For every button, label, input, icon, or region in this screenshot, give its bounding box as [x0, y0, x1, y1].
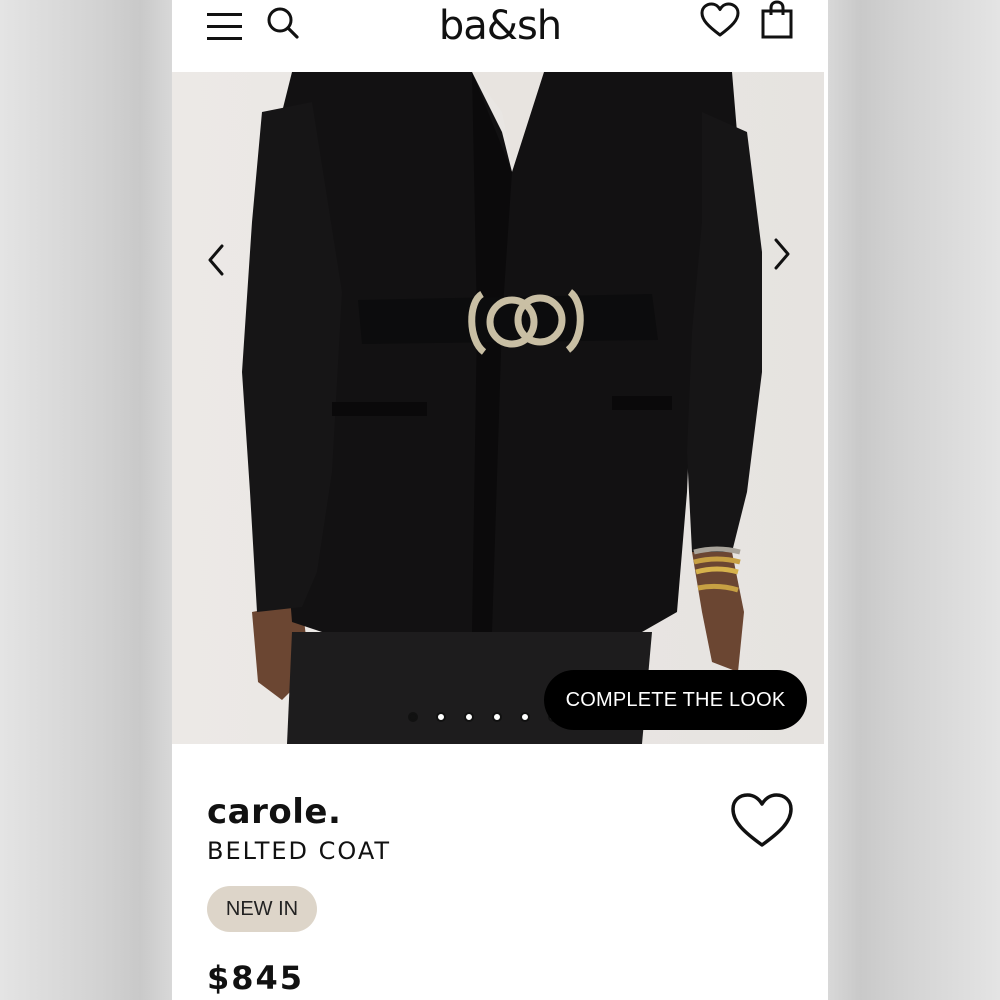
product-price: $845: [207, 959, 305, 997]
site-header: ba&sh: [172, 0, 828, 72]
product-photo: [172, 72, 824, 744]
chevron-left-icon[interactable]: [202, 240, 232, 280]
product-image-carousel[interactable]: COMPLETE THE LOOK: [172, 72, 824, 744]
chevron-right-icon[interactable]: [766, 234, 796, 274]
carousel-dot[interactable]: [492, 712, 502, 722]
shopping-bag-icon[interactable]: [760, 0, 794, 40]
new-in-badge: NEW IN: [207, 886, 317, 932]
heart-icon[interactable]: [700, 2, 740, 38]
product-brand: carole.: [207, 792, 342, 832]
product-page: ba&sh COMPLETE THE LOOK carole. BELTED C…: [172, 0, 828, 1000]
carousel-dot[interactable]: [408, 712, 418, 722]
add-to-wishlist-heart-icon[interactable]: [730, 792, 794, 850]
complete-the-look-button[interactable]: COMPLETE THE LOOK: [544, 670, 807, 730]
carousel-dot[interactable]: [464, 712, 474, 722]
carousel-dot[interactable]: [520, 712, 530, 722]
carousel-dot[interactable]: [436, 712, 446, 722]
product-title: BELTED COAT: [207, 837, 392, 865]
